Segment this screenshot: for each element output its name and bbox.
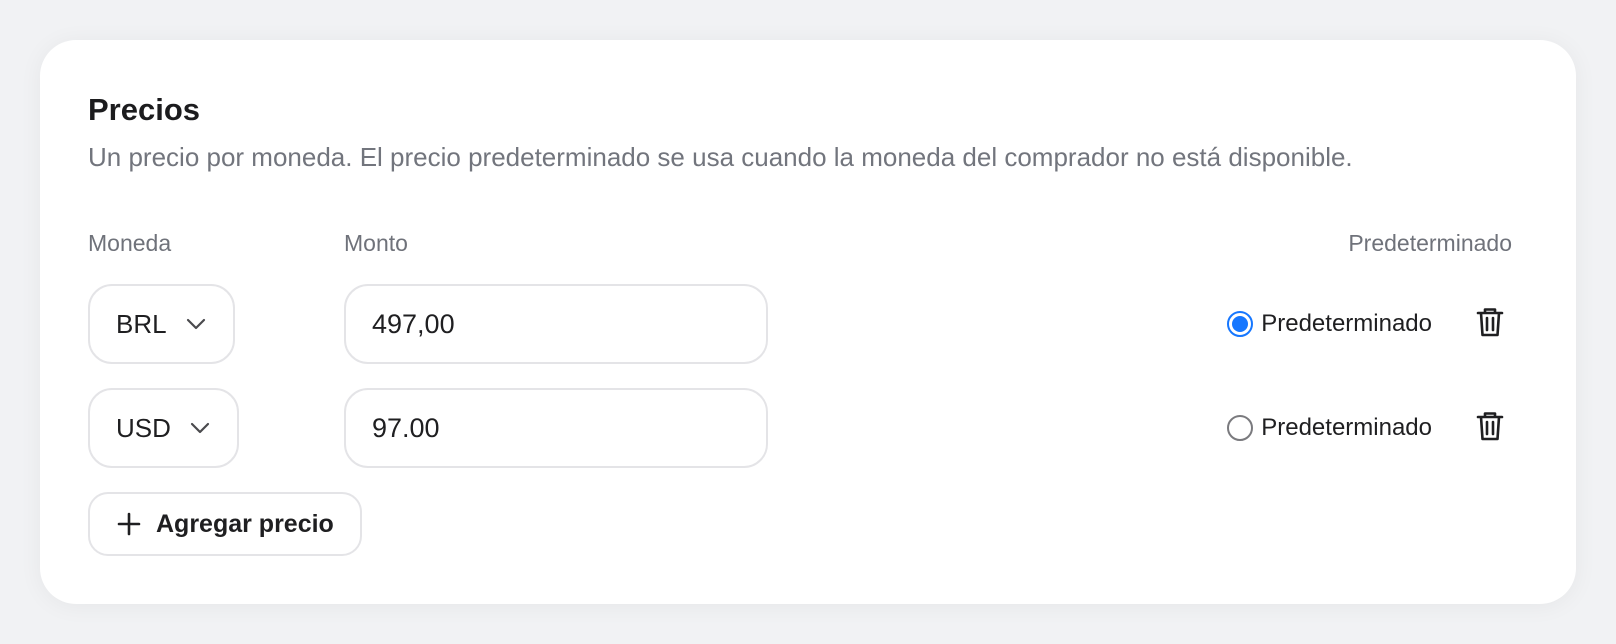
column-header-amount: Monto (344, 230, 408, 256)
trash-icon (1476, 410, 1504, 447)
column-header-currency: Moneda (88, 230, 172, 256)
currency-select-value: USD (116, 412, 171, 443)
chevron-down-icon (189, 417, 211, 439)
delete-price-button[interactable] (1474, 410, 1506, 447)
default-radio-option[interactable]: Predeterminado (1227, 388, 1432, 468)
default-radio[interactable] (1227, 415, 1254, 441)
default-radio[interactable] (1227, 311, 1254, 337)
amount-input[interactable] (344, 388, 768, 468)
section-title: Precios (88, 92, 201, 127)
default-radio-option[interactable]: Predeterminado (1227, 284, 1432, 364)
column-header-default: Predeterminado (1348, 230, 1512, 256)
price-row: BRL Predeterminado (40, 284, 1576, 364)
price-row: USD Predeterminado (40, 388, 1576, 468)
currency-select[interactable]: USD (88, 388, 239, 468)
plus-icon (116, 511, 142, 537)
prices-card: Precios Un precio por moneda. El precio … (40, 40, 1576, 604)
delete-price-button[interactable] (1474, 306, 1506, 343)
default-radio-label: Predeterminado (1261, 414, 1432, 441)
section-subtitle: Un precio por moneda. El precio predeter… (88, 142, 1353, 172)
chevron-down-icon (185, 313, 207, 335)
default-radio-label: Predeterminado (1261, 310, 1432, 337)
amount-input[interactable] (344, 284, 768, 364)
currency-select-value: BRL (116, 308, 167, 339)
add-price-button[interactable]: Agregar precio (88, 492, 362, 556)
trash-icon (1476, 306, 1504, 343)
currency-select[interactable]: BRL (88, 284, 235, 364)
add-price-label: Agregar precio (156, 509, 334, 538)
